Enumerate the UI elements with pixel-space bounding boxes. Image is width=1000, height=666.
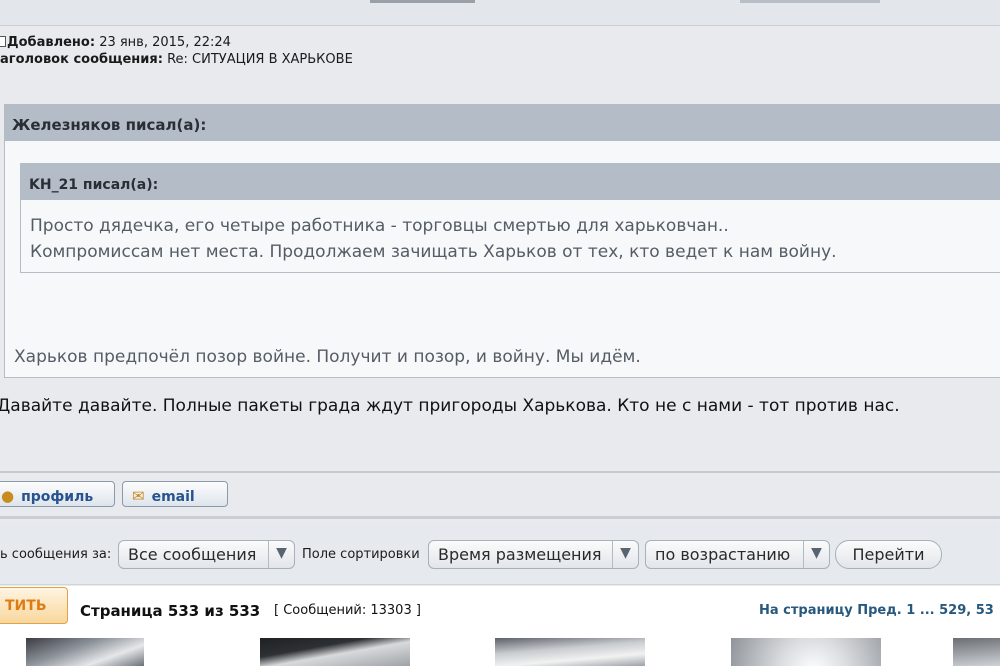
- sort-field-value: Время размещения: [438, 545, 602, 564]
- thumbnail-strip: [0, 638, 1000, 666]
- post-icon: [0, 36, 6, 47]
- pager-row: ТИТЬ Страница 533 из 533 [ Сообщений: 13…: [0, 586, 1000, 638]
- chevron-down-icon: ▼: [612, 541, 638, 568]
- profile-button-label: профиль: [21, 489, 94, 505]
- quote-outer-author: Железняков писал(а):: [5, 105, 1000, 141]
- sort-order-value: по возрастанию: [655, 545, 791, 564]
- post-body-text: Давайте давайте. Полные пакеты града жду…: [0, 396, 900, 416]
- thumbnail-image[interactable]: [495, 638, 645, 666]
- quote-inner: KH_21 писал(а): Просто дядечка, его четы…: [20, 163, 1000, 273]
- quote-inner-line: Просто дядечка, его четыре работника - т…: [30, 216, 729, 236]
- chevron-down-icon: ▼: [803, 541, 829, 568]
- added-label: Добавлено:: [7, 35, 96, 50]
- divider: [0, 471, 1000, 473]
- email-button-label: email: [151, 489, 195, 505]
- post-meta: Добавлено: 23 янв, 2015, 22:24 аголовок …: [0, 34, 353, 68]
- added-value: 23 янв, 2015, 22:24: [99, 35, 231, 50]
- sort-field-label: Поле сортировки: [302, 547, 420, 562]
- thumbnail-image[interactable]: [953, 638, 1000, 666]
- envelope-icon: ✉: [132, 487, 145, 505]
- show-messages-label: ь сообщения за:: [0, 547, 112, 562]
- user-icon: ●: [1, 487, 15, 505]
- subject-label: аголовок сообщения:: [0, 52, 163, 67]
- message-count: [ Сообщений: 13303 ]: [274, 603, 421, 618]
- post-date-row: Добавлено: 23 янв, 2015, 22:24: [0, 34, 353, 51]
- show-messages-select[interactable]: Все сообщения ▼: [118, 540, 295, 569]
- show-messages-value: Все сообщения: [128, 545, 257, 564]
- chevron-down-icon: ▼: [268, 541, 294, 568]
- subject-value: Re: СИТУАЦИЯ В ХАРЬКОВЕ: [167, 52, 353, 67]
- thumbnail-image[interactable]: [260, 638, 410, 666]
- top-tab: [370, 0, 475, 3]
- reply-button[interactable]: ТИТЬ: [0, 587, 68, 624]
- email-button[interactable]: ✉ email: [122, 481, 228, 507]
- go-button[interactable]: Перейти: [835, 540, 942, 569]
- thumbnail-image[interactable]: [731, 638, 881, 666]
- profile-button[interactable]: ● профиль: [0, 481, 115, 507]
- quote-outer-text: Харьков предпочёл позор войне. Получит и…: [14, 347, 641, 367]
- top-tab: [740, 0, 880, 3]
- top-strip: [0, 0, 1000, 26]
- thumbnail-image[interactable]: [26, 638, 144, 666]
- sort-order-select[interactable]: по возрастанию ▼: [645, 540, 830, 569]
- quote-inner-author: KH_21 писал(а):: [21, 164, 1000, 200]
- sort-bar: ь сообщения за: Все сообщения ▼ Поле сор…: [0, 522, 1000, 585]
- quote-inner-line: Компромиссам нет места. Продолжаем зачищ…: [30, 242, 837, 262]
- sort-field-select[interactable]: Время размещения ▼: [428, 540, 639, 569]
- page-navigation[interactable]: На страницу Пред. 1 ... 529, 53: [759, 603, 994, 618]
- page-title: Страница 533 из 533: [80, 602, 261, 620]
- divider: [0, 516, 1000, 519]
- post-subject-row: аголовок сообщения: Re: СИТУАЦИЯ В ХАРЬК…: [0, 51, 353, 68]
- quote-inner-text: Просто дядечка, его четыре работника - т…: [21, 200, 1000, 265]
